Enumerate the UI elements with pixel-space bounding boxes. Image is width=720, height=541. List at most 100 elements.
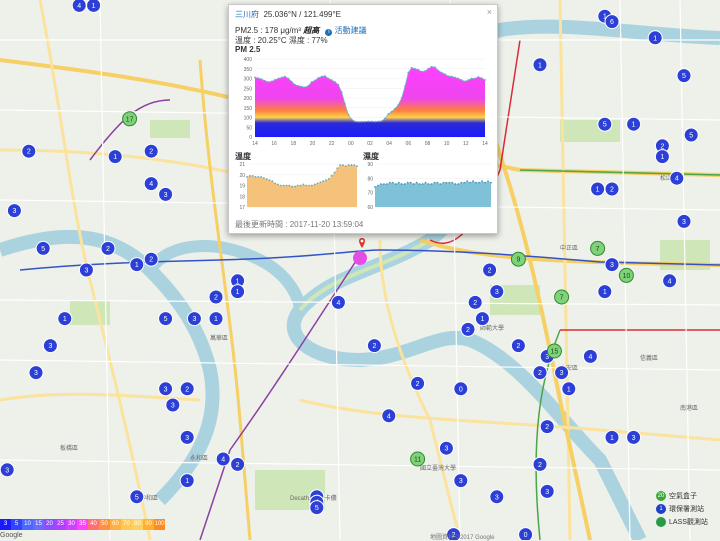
station-cluster-marker[interactable]: 3 — [78, 262, 94, 278]
station-cluster-marker[interactable]: 2 — [179, 381, 195, 397]
station-cluster-marker[interactable]: 4 — [669, 170, 685, 186]
station-cluster-marker[interactable]: 1 — [179, 473, 195, 489]
station-cluster-marker[interactable]: 4 — [143, 176, 159, 192]
station-cluster-marker[interactable]: 3 — [489, 489, 505, 505]
station-cluster-marker[interactable]: 2 — [467, 294, 483, 310]
pm-point — [450, 75, 453, 78]
station-cluster-marker[interactable]: 6 — [604, 14, 620, 30]
station-cluster-marker[interactable]: 2 — [532, 456, 548, 472]
legend-entry-label: 空氣盒子 — [669, 492, 697, 500]
airbox-cluster-marker[interactable]: 15 — [546, 343, 562, 359]
station-cluster-marker[interactable]: 4 — [662, 273, 678, 289]
close-icon[interactable]: × — [487, 7, 492, 17]
legend-entry[interactable]: 1 環保署測站 — [656, 503, 718, 514]
humidity-point — [424, 181, 427, 184]
station-cluster-marker[interactable]: 2 — [410, 375, 426, 391]
temperature-y-tick: 19 — [239, 184, 245, 190]
station-cluster-marker[interactable]: 2 — [482, 262, 498, 278]
airbox-cluster-marker[interactable]: 9 — [510, 251, 526, 267]
station-cluster-marker[interactable]: 1 — [590, 181, 606, 197]
station-cluster-marker[interactable]: 0 — [453, 381, 469, 397]
station-cluster-marker[interactable]: 3 — [489, 284, 505, 300]
station-cluster-marker[interactable]: 5 — [683, 127, 699, 143]
temperature-y-tick: 20 — [239, 173, 245, 179]
station-name: 三川府 — [235, 10, 259, 19]
airbox-cluster-marker[interactable]: 11 — [410, 451, 426, 467]
selected-station-marker[interactable] — [353, 251, 367, 265]
temperature-point — [310, 184, 313, 187]
station-cluster-marker[interactable]: 1 — [597, 284, 613, 300]
humidity-point — [487, 180, 489, 183]
station-cluster-marker[interactable]: 3 — [42, 338, 58, 354]
station-count-label: 1 — [92, 3, 96, 10]
station-count-label: 3 — [12, 208, 16, 215]
station-cluster-marker[interactable]: 1 — [230, 284, 246, 300]
station-cluster-marker[interactable]: 3 — [453, 473, 469, 489]
station-cluster-marker[interactable]: 2 — [208, 289, 224, 305]
station-cluster-marker[interactable]: 2 — [230, 456, 246, 472]
station-cluster-marker[interactable]: 3 — [554, 365, 570, 381]
station-cluster-marker[interactable]: 4 — [330, 294, 346, 310]
station-cluster-marker[interactable]: 4 — [381, 408, 397, 424]
station-cluster-marker[interactable]: 5 — [309, 500, 325, 516]
station-cluster-marker[interactable]: 5 — [158, 311, 174, 327]
station-cluster-marker[interactable]: 1 — [474, 311, 490, 327]
station-cluster-marker[interactable]: 2 — [510, 338, 526, 354]
station-cluster-marker[interactable]: 1 — [208, 311, 224, 327]
station-cluster-marker[interactable]: 3 — [604, 257, 620, 273]
airbox-cluster-marker[interactable]: 10 — [618, 267, 634, 283]
airbox-cluster-marker[interactable]: 17 — [122, 111, 138, 127]
station-cluster-marker[interactable]: 5 — [676, 68, 692, 84]
airbox-cluster-marker[interactable]: 7 — [554, 289, 570, 305]
station-cluster-marker[interactable]: 3 — [539, 483, 555, 499]
station-cluster-marker[interactable]: 5 — [35, 240, 51, 256]
station-cluster-marker[interactable]: 3 — [186, 311, 202, 327]
station-cluster-marker[interactable]: 1 — [86, 0, 102, 13]
station-cluster-marker[interactable]: 3 — [6, 203, 22, 219]
station-cluster-marker[interactable]: 2 — [21, 143, 37, 159]
temperature-y-tick: 21 — [239, 162, 245, 168]
station-cluster-marker[interactable]: 1 — [561, 381, 577, 397]
station-cluster-marker[interactable]: 4 — [215, 451, 231, 467]
station-cluster-marker[interactable]: 3 — [158, 186, 174, 202]
station-cluster-marker[interactable]: 2 — [366, 338, 382, 354]
station-cluster-marker[interactable]: 1 — [626, 116, 642, 132]
station-cluster-marker[interactable]: 4 — [582, 348, 598, 364]
station-cluster-marker[interactable]: 1 — [107, 149, 123, 165]
station-cluster-marker[interactable]: 0 — [518, 527, 534, 540]
station-cluster-marker[interactable]: 1 — [532, 57, 548, 73]
station-cluster-marker[interactable]: 1 — [129, 257, 145, 273]
station-cluster-marker[interactable]: 4 — [71, 0, 87, 13]
station-cluster-marker[interactable]: 3 — [626, 429, 642, 445]
temperature-point — [330, 174, 333, 177]
legend-entry[interactable]: LASS觀測站 — [656, 516, 718, 527]
activity-advice-link[interactable]: i 活動建議 — [325, 26, 367, 36]
station-cluster-marker[interactable]: 2 — [100, 240, 116, 256]
legend-entry[interactable]: 20 空氣盒子 — [656, 490, 718, 501]
station-cluster-marker[interactable]: 3 — [676, 213, 692, 229]
station-cluster-marker[interactable]: 1 — [654, 149, 670, 165]
pm-point — [324, 75, 326, 77]
station-cluster-marker[interactable]: 2 — [460, 321, 476, 337]
station-cluster-marker[interactable]: 2 — [604, 181, 620, 197]
station-cluster-marker[interactable]: 3 — [438, 440, 454, 456]
station-cluster-marker[interactable]: 5 — [129, 489, 145, 505]
station-cluster-marker[interactable]: 5 — [597, 116, 613, 132]
temperature-point — [339, 164, 341, 166]
station-cluster-marker[interactable]: 3 — [0, 462, 15, 478]
station-cluster-marker[interactable]: 3 — [179, 429, 195, 445]
station-cluster-marker[interactable]: 1 — [647, 30, 663, 46]
station-cluster-marker[interactable]: 2 — [143, 143, 159, 159]
temperature-point — [268, 179, 271, 182]
station-cluster-marker[interactable]: 3 — [28, 365, 44, 381]
humidity-y-tick: 60 — [367, 205, 373, 211]
station-cluster-marker[interactable]: 2 — [539, 419, 555, 435]
station-cluster-marker[interactable]: 1 — [604, 429, 620, 445]
station-cluster-marker[interactable]: 2 — [532, 365, 548, 381]
station-cluster-marker[interactable]: 2 — [143, 251, 159, 267]
station-cluster-marker[interactable]: 1 — [57, 311, 73, 327]
station-cluster-marker[interactable]: 3 — [158, 381, 174, 397]
airbox-cluster-marker[interactable]: 7 — [590, 240, 606, 256]
station-cluster-marker[interactable]: 3 — [165, 397, 181, 413]
pm-point — [270, 80, 273, 83]
